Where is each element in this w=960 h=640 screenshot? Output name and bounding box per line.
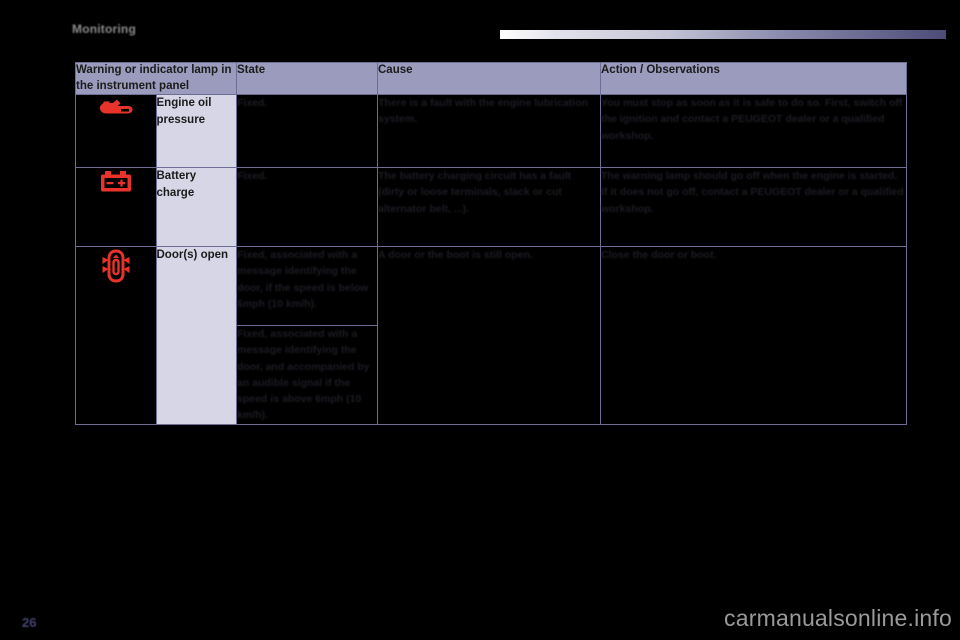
- engine-oil-pressure-icon-cell: [75, 94, 157, 169]
- table-row: Door(s) open Fixed, associated with a me…: [75, 246, 907, 425]
- page-header: Monitoring: [0, 0, 960, 46]
- lamp-action-text: Close the door or boot.: [601, 249, 717, 262]
- column-header-lamp: Warning or indicator lamp in the instrum…: [75, 61, 237, 96]
- column-header-cause: Cause: [377, 61, 601, 96]
- lamp-action-cell: You must stop as soon as it is safe to d…: [600, 94, 907, 169]
- warning-lamp-table: Warning or indicator lamp in the instrum…: [75, 61, 907, 425]
- lamp-cause-text: There is a fault with the engine lubrica…: [378, 97, 589, 126]
- warning-lamp-table-container: Warning or indicator lamp in the instrum…: [75, 61, 907, 425]
- battery-charge-icon: [100, 171, 131, 192]
- lamp-cause-cell: There is a fault with the engine lubrica…: [377, 94, 601, 169]
- lamp-state-text: Fixed, associated with a message identif…: [237, 249, 369, 310]
- lamp-action-cell: Close the door or boot.: [600, 246, 907, 425]
- lamp-state-text: Fixed.: [237, 97, 268, 110]
- lamp-name: Engine oil pressure: [155, 94, 237, 169]
- lamp-action-text: The warning lamp should go off when the …: [601, 170, 904, 215]
- lamp-cause-cell: The battery charging circuit has a fault…: [377, 167, 601, 248]
- table-body: Engine oil pressure Fixed. There is a fa…: [75, 94, 907, 425]
- lamp-action-cell: The warning lamp should go off when the …: [600, 167, 907, 248]
- lamp-state-cell: Fixed, associated with a message identif…: [236, 325, 378, 425]
- table-row: Engine oil pressure Fixed. There is a fa…: [75, 94, 907, 169]
- column-header-action: Action / Observations: [600, 61, 907, 96]
- lamp-cause-text: A door or the boot is still open.: [378, 249, 533, 262]
- page-number: 26: [22, 615, 37, 630]
- lamp-state-cell: Fixed, associated with a message identif…: [236, 246, 378, 327]
- lamp-state-cell: Fixed.: [236, 94, 378, 169]
- lamp-cause-text: The battery charging circuit has a fault…: [378, 170, 572, 215]
- doors-open-icon: [102, 249, 130, 283]
- header-gradient-rule: [500, 30, 946, 39]
- lamp-cause-cell: A door or the boot is still open.: [377, 246, 601, 425]
- table-row: Battery charge Fixed. The battery chargi…: [75, 167, 907, 248]
- lamp-name: Battery charge: [155, 167, 237, 248]
- table-header-row: Warning or indicator lamp in the instrum…: [75, 61, 907, 96]
- lamp-state-cell: Fixed.: [236, 167, 378, 248]
- doors-open-icon-cell: [75, 246, 157, 425]
- lamp-state-text: Fixed, associated with a message identif…: [237, 328, 370, 422]
- table-header: Warning or indicator lamp in the instrum…: [75, 61, 907, 96]
- lamp-action-text: You must stop as soon as it is safe to d…: [601, 97, 903, 142]
- engine-oil-pressure-icon: [99, 99, 133, 114]
- column-header-state: State: [236, 61, 378, 96]
- lamp-name: Door(s) open: [155, 246, 237, 425]
- chapter-title: Monitoring: [72, 22, 136, 36]
- battery-charge-icon-cell: [75, 167, 157, 248]
- watermark: carmanualsonline.info: [724, 605, 952, 631]
- lamp-state-text: Fixed.: [237, 170, 268, 183]
